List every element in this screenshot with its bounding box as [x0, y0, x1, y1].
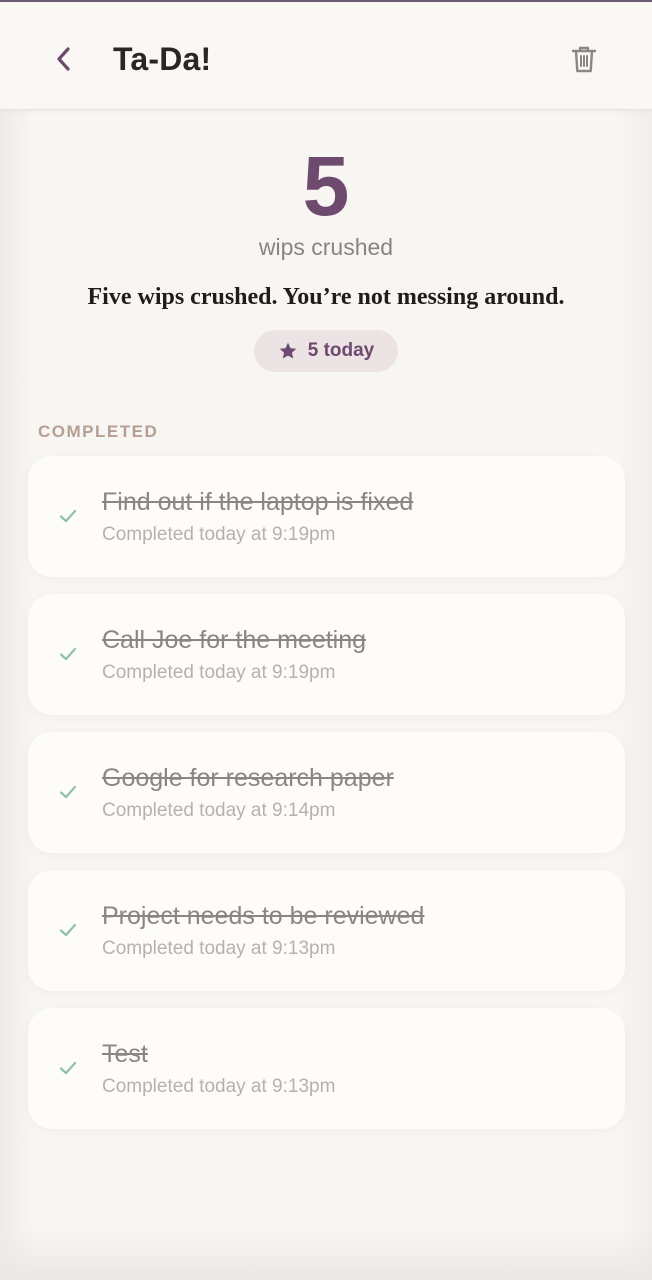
- today-badge: 5 today: [254, 330, 398, 372]
- completed-count-label: wips crushed: [258, 234, 394, 260]
- chevron-left-icon: [57, 47, 70, 71]
- item-title: Call Joe for the meeting: [102, 626, 367, 654]
- item-title: Find out if the laptop is fixed: [102, 488, 414, 516]
- app-header: Ta-Da!: [0, 2, 652, 110]
- check-icon: [59, 509, 77, 523]
- completed-section-label: COMPLETED: [38, 422, 159, 441]
- delete-button[interactable]: [564, 38, 604, 80]
- page-title: Ta-Da!: [113, 41, 212, 77]
- check-icon: [59, 923, 77, 937]
- trash-icon: [571, 46, 597, 73]
- item-completed-time: Completed today at 9:14pm: [102, 800, 336, 821]
- item-title: Test: [102, 1040, 148, 1068]
- item-completed-time: Completed today at 9:13pm: [102, 1076, 336, 1097]
- check-icon: [59, 785, 77, 799]
- motivational-message: Five wips crushed. You’re not messing ar…: [87, 284, 565, 310]
- completed-list: Find out if the laptop is fixed Complete…: [28, 456, 625, 1146]
- bottom-fade: [0, 1230, 652, 1280]
- completed-count: 5: [302, 139, 350, 233]
- list-item[interactable]: Find out if the laptop is fixed Complete…: [28, 456, 625, 577]
- item-completed-time: Completed today at 9:19pm: [102, 524, 336, 545]
- item-completed-time: Completed today at 9:13pm: [102, 938, 336, 959]
- list-item[interactable]: Call Joe for the meeting Completed today…: [28, 594, 625, 715]
- star-icon: [279, 342, 297, 359]
- list-item[interactable]: Google for research paper Completed toda…: [28, 732, 625, 853]
- list-item[interactable]: Project needs to be reviewed Completed t…: [28, 870, 625, 991]
- item-title: Google for research paper: [102, 764, 394, 792]
- item-title: Project needs to be reviewed: [102, 902, 425, 930]
- tada-screen: Ta-Da! 5 wips crushed Five wips crushed.…: [0, 0, 652, 1280]
- list-item[interactable]: Test Completed today at 9:13pm: [28, 1008, 625, 1129]
- today-badge-label: 5 today: [307, 340, 375, 361]
- item-completed-time: Completed today at 9:19pm: [102, 662, 336, 683]
- back-button[interactable]: [44, 38, 84, 80]
- check-icon: [59, 647, 77, 661]
- check-icon: [59, 1061, 77, 1075]
